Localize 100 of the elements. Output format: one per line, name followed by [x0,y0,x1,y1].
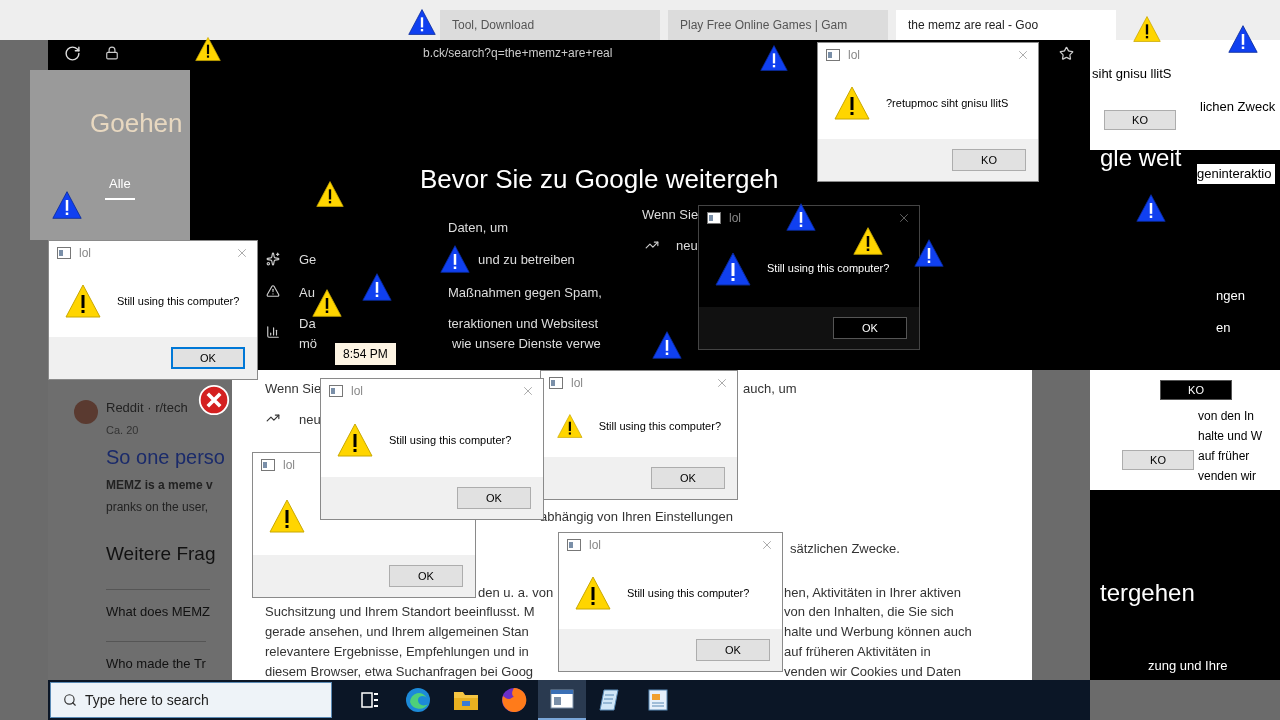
page-heading: Bevor Sie zu Google weitergeh [420,163,779,196]
browser-tab[interactable]: Tool, Download [440,10,660,40]
search-field[interactable]: Type here to search [50,682,332,718]
ok-button[interactable]: KO [952,149,1026,171]
app-icon [261,459,275,471]
warning-icon [65,283,101,319]
consent-text: hen, Aktivitäten in Ihrer aktiven [784,584,962,602]
consent-text: Daten, um [448,219,508,237]
app-icon [567,539,581,551]
warning-icon [786,202,816,232]
consent-text: auch, um [743,380,797,398]
ko-button[interactable]: KO [1160,380,1232,400]
warning-icon [312,288,342,318]
warning-icon [52,190,82,220]
consent-text: diesem Browser, etwa Suchanfragen bei Goog [265,663,534,681]
consent-text: Wenn Sie [642,206,699,224]
question-item[interactable]: What does MEMZ [106,588,211,621]
fragment-text: en [1216,319,1231,337]
ok-button[interactable]: OK [171,347,245,369]
warning-icon [1228,24,1258,54]
reload-icon[interactable] [64,44,81,62]
task-view-icon[interactable] [360,690,380,710]
ok-button[interactable]: OK [389,565,463,587]
dialog-title: lol [729,210,741,227]
chart-icon [266,325,280,339]
consent-text: venden wir Cookies und Daten [784,663,962,681]
warning-icon [362,272,392,302]
dialog-message: Still using this computer? [117,293,240,309]
fragment-text: halte und W [1198,428,1263,445]
question-item[interactable]: Who made the Tr [106,641,206,674]
sparkle-icon [266,252,280,266]
dialog-message: ?retupmoc siht gnisu llitS [886,95,1009,111]
fragment-text: zung und Ihre [1148,657,1228,675]
warning-icon [1136,193,1166,223]
consent-text: Da [299,315,316,333]
lock-icon [105,46,119,60]
fox-browser-icon[interactable] [501,687,527,713]
notepad-icon[interactable] [598,688,622,712]
window-icon[interactable] [550,689,574,709]
consent-text: wie unsere Dienste verwe [452,335,601,353]
clock-tooltip: 8:54 PM [335,343,396,365]
warning-icon [834,85,870,121]
fragment-text: tergehen [1100,578,1195,608]
consent-text: teraktionen und Websitest [448,315,599,333]
search-input[interactable]: Type here to search [85,689,285,711]
result-snippet: MEMZ is a meme v [106,477,213,494]
document-icon[interactable] [647,688,669,712]
result-snippet: pranks on the user, [106,499,209,516]
app-icon [329,385,343,397]
consent-text: abhängig von Ihren Einstellungen [540,508,733,526]
consent-text: halte und Werbung können auch [784,623,972,641]
consent-text: Au [299,284,315,302]
search-icon [63,693,77,707]
warning-icon [652,330,682,360]
dialog-title: lol [589,537,601,554]
ko-button[interactable]: KO [1104,110,1176,130]
warning-icon [337,422,373,458]
fragment-text: gle weit [1100,143,1182,173]
app-icon [57,247,71,259]
consent-text: Wenn Sie [265,380,322,398]
browser-icon[interactable] [405,687,431,713]
section-heading: Weitere Frag [106,542,216,566]
consent-text: relevantere Ergebnisse, Empfehlungen und in [265,643,529,661]
result-date: Ca. 20 [106,422,139,438]
warning-icon [269,498,305,534]
ok-button[interactable]: OK [696,639,770,661]
app-icon [707,212,721,224]
ok-button[interactable]: OK [833,317,907,339]
app-icon [549,377,563,389]
fragment-text: geninteraktio [1197,164,1276,184]
error-icon [198,384,230,416]
fragment-text: von den In [1198,408,1255,425]
consent-text: Ge [299,251,317,269]
dialog-title: lol [848,47,860,64]
dialog-title: lol [351,383,363,400]
warning-icon [715,250,751,287]
warning-icon [575,575,611,611]
warning-icon [440,244,470,274]
ko-button[interactable]: KO [1122,450,1194,470]
result-source: Reddit · r/tech [106,399,188,417]
fragment-text: venden wir [1198,468,1257,485]
dialog-message: Still using this computer? [389,432,512,448]
browser-tab[interactable]: the memz are real - Goo [896,10,1116,40]
warning-icon [408,8,436,36]
warning-icon [914,238,944,268]
warning-icon [1133,15,1161,43]
address-field[interactable]: b.ck/search?q=the+memz+are+real [423,44,613,62]
consent-text: neu [299,411,321,429]
dialog-title: lol [79,245,91,262]
dialog-message: Still using this computer? [767,261,890,277]
taskbar-button[interactable] [538,680,586,720]
bookmark-icon[interactable] [1059,45,1074,61]
browser-tab[interactable]: Play Free Online Games | Gam [668,10,888,40]
consent-text: mö [299,335,318,353]
ok-button[interactable]: OK [651,467,725,489]
close-icon[interactable] [897,211,911,225]
app-icon [826,49,840,61]
ok-button[interactable]: OK [457,487,531,509]
warning-icon [760,44,788,72]
consent-text: gerade ansehen, und Ihrem allgemeinen Stan [265,623,529,641]
